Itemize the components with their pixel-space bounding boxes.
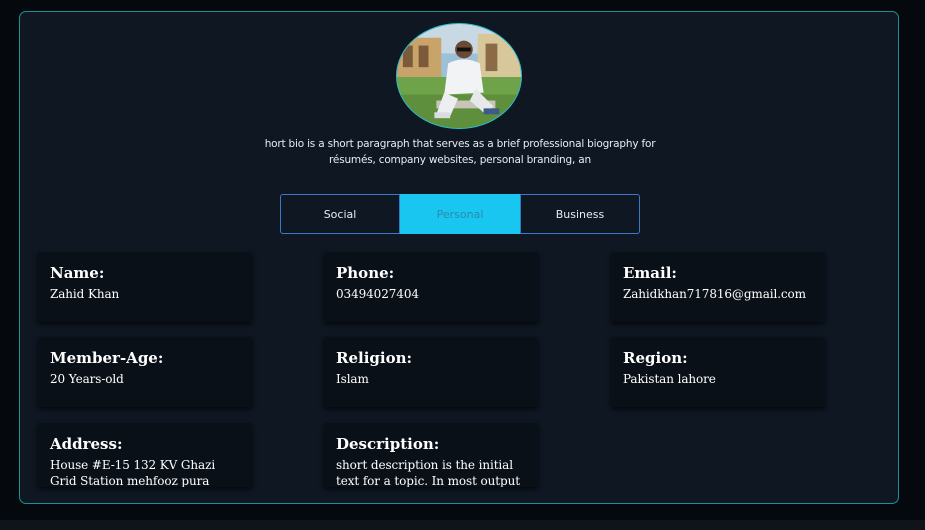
field-value: Zahidkhan717816@gmail.com <box>623 287 806 301</box>
bottom-strip <box>0 520 925 530</box>
name-field: Name: Zahid Khan <box>38 252 252 322</box>
tab-business[interactable]: Business <box>520 194 640 234</box>
profile-tabs: Social Personal Business <box>280 194 640 234</box>
field-value: 03494027404 <box>336 287 419 301</box>
field-label: Description: <box>336 435 440 453</box>
region-field: Region: Pakistan lahore <box>611 337 825 407</box>
profile-card: hort bio is a short paragraph that serve… <box>19 11 899 504</box>
field-label: Religion: <box>336 349 413 367</box>
phone-field: Phone: 03494027404 <box>324 252 538 322</box>
field-label: Region: <box>623 349 688 367</box>
tab-personal[interactable]: Personal <box>400 194 520 234</box>
field-label: Name: <box>50 264 105 282</box>
avatar-photo-icon <box>397 24 521 128</box>
email-field: Email: Zahidkhan717816@gmail.com <box>611 252 825 322</box>
religion-field: Religion: Islam <box>324 337 538 407</box>
description-field: Description: short description is the in… <box>324 423 538 487</box>
profile-avatar <box>396 23 522 129</box>
address-field: Address: House #E-15 132 KV Ghazi Grid S… <box>38 423 252 487</box>
tab-social[interactable]: Social <box>280 194 400 234</box>
field-value: 20 Years-old <box>50 372 124 386</box>
field-label: Phone: <box>336 264 395 282</box>
field-label: Member-Age: <box>50 349 164 367</box>
page: hort bio is a short paragraph that serve… <box>0 0 925 530</box>
profile-bio: hort bio is a short paragraph that serve… <box>264 138 656 166</box>
field-value: short description is the initial text fo… <box>336 458 520 487</box>
field-label: Email: <box>623 264 677 282</box>
field-value: Pakistan lahore <box>623 372 716 386</box>
field-value: Zahid Khan <box>50 287 120 301</box>
field-label: Address: <box>50 435 123 453</box>
field-value: Islam <box>336 372 369 386</box>
member-age-field: Member-Age: 20 Years-old <box>38 337 252 407</box>
field-value: House #E-15 132 KV Ghazi Grid Station me… <box>50 458 216 487</box>
